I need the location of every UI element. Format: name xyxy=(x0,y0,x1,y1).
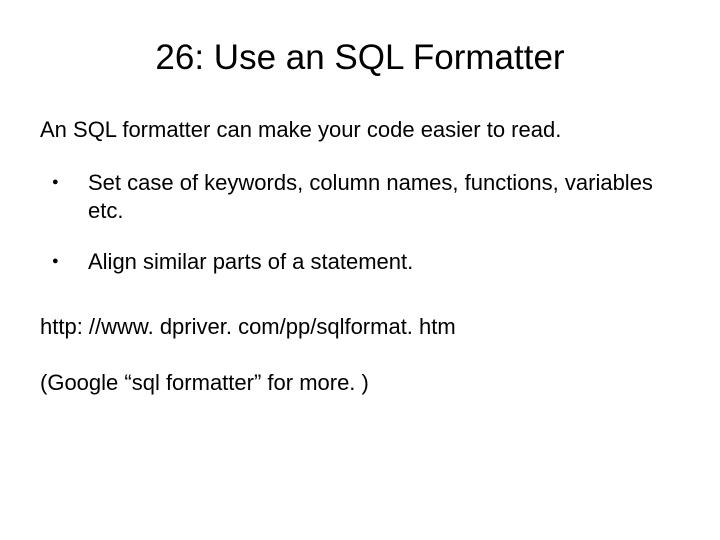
list-item: Align similar parts of a statement. xyxy=(40,248,680,277)
intro-text: An SQL formatter can make your code easi… xyxy=(40,116,680,145)
link-text: http: //www. dpriver. com/pp/sqlformat. … xyxy=(40,314,680,340)
slide-title: 26: Use an SQL Formatter xyxy=(40,38,680,78)
note-text: (Google “sql formatter” for more. ) xyxy=(40,370,680,396)
list-item: Set case of keywords, column names, func… xyxy=(40,169,680,226)
bullet-list: Set case of keywords, column names, func… xyxy=(40,169,680,277)
